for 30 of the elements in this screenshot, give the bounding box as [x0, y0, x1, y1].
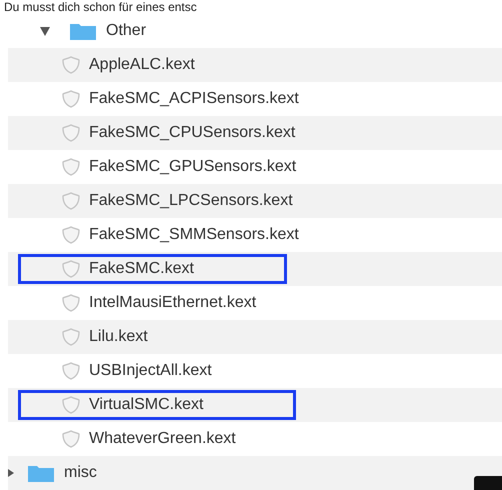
shield-icon — [61, 225, 81, 245]
file-name[interactable]: IntelMausiEthernet.kext — [89, 294, 256, 312]
shield-icon — [61, 191, 81, 211]
file-name[interactable]: FakeSMC.kext — [89, 260, 194, 278]
file-name[interactable]: Lilu.kext — [89, 328, 148, 346]
shield-icon — [61, 293, 81, 313]
shield-icon — [61, 157, 81, 177]
folder-name[interactable]: misc — [64, 464, 97, 482]
shield-icon — [61, 89, 81, 109]
shield-icon — [61, 361, 81, 381]
file-name[interactable]: FakeSMC_SMMSensors.kext — [89, 226, 299, 244]
folder-icon — [28, 464, 54, 482]
shield-icon — [61, 55, 81, 75]
shield-icon — [61, 123, 81, 143]
file-name[interactable]: USBInjectAll.kext — [89, 362, 212, 380]
file-name[interactable]: FakeSMC_ACPISensors.kext — [89, 90, 299, 108]
folder-name[interactable]: Other — [106, 22, 146, 40]
shield-icon — [61, 429, 81, 449]
caption-text: Du musst dich schon für eines entsc — [3, 0, 198, 14]
shield-icon — [61, 259, 81, 279]
file-name[interactable]: AppleALC.kext — [89, 56, 195, 74]
file-name[interactable]: VirtualSMC.kext — [89, 396, 204, 414]
dark-panel — [474, 476, 502, 490]
shield-icon — [61, 327, 81, 347]
file-name[interactable]: FakeSMC_GPUSensors.kext — [89, 158, 296, 176]
folder-icon — [70, 22, 96, 40]
disclosure-triangle-icon[interactable] — [40, 26, 50, 36]
file-name[interactable]: WhateverGreen.kext — [89, 430, 236, 448]
shield-icon — [61, 395, 81, 415]
disclosure-triangle-icon[interactable] — [8, 469, 14, 477]
